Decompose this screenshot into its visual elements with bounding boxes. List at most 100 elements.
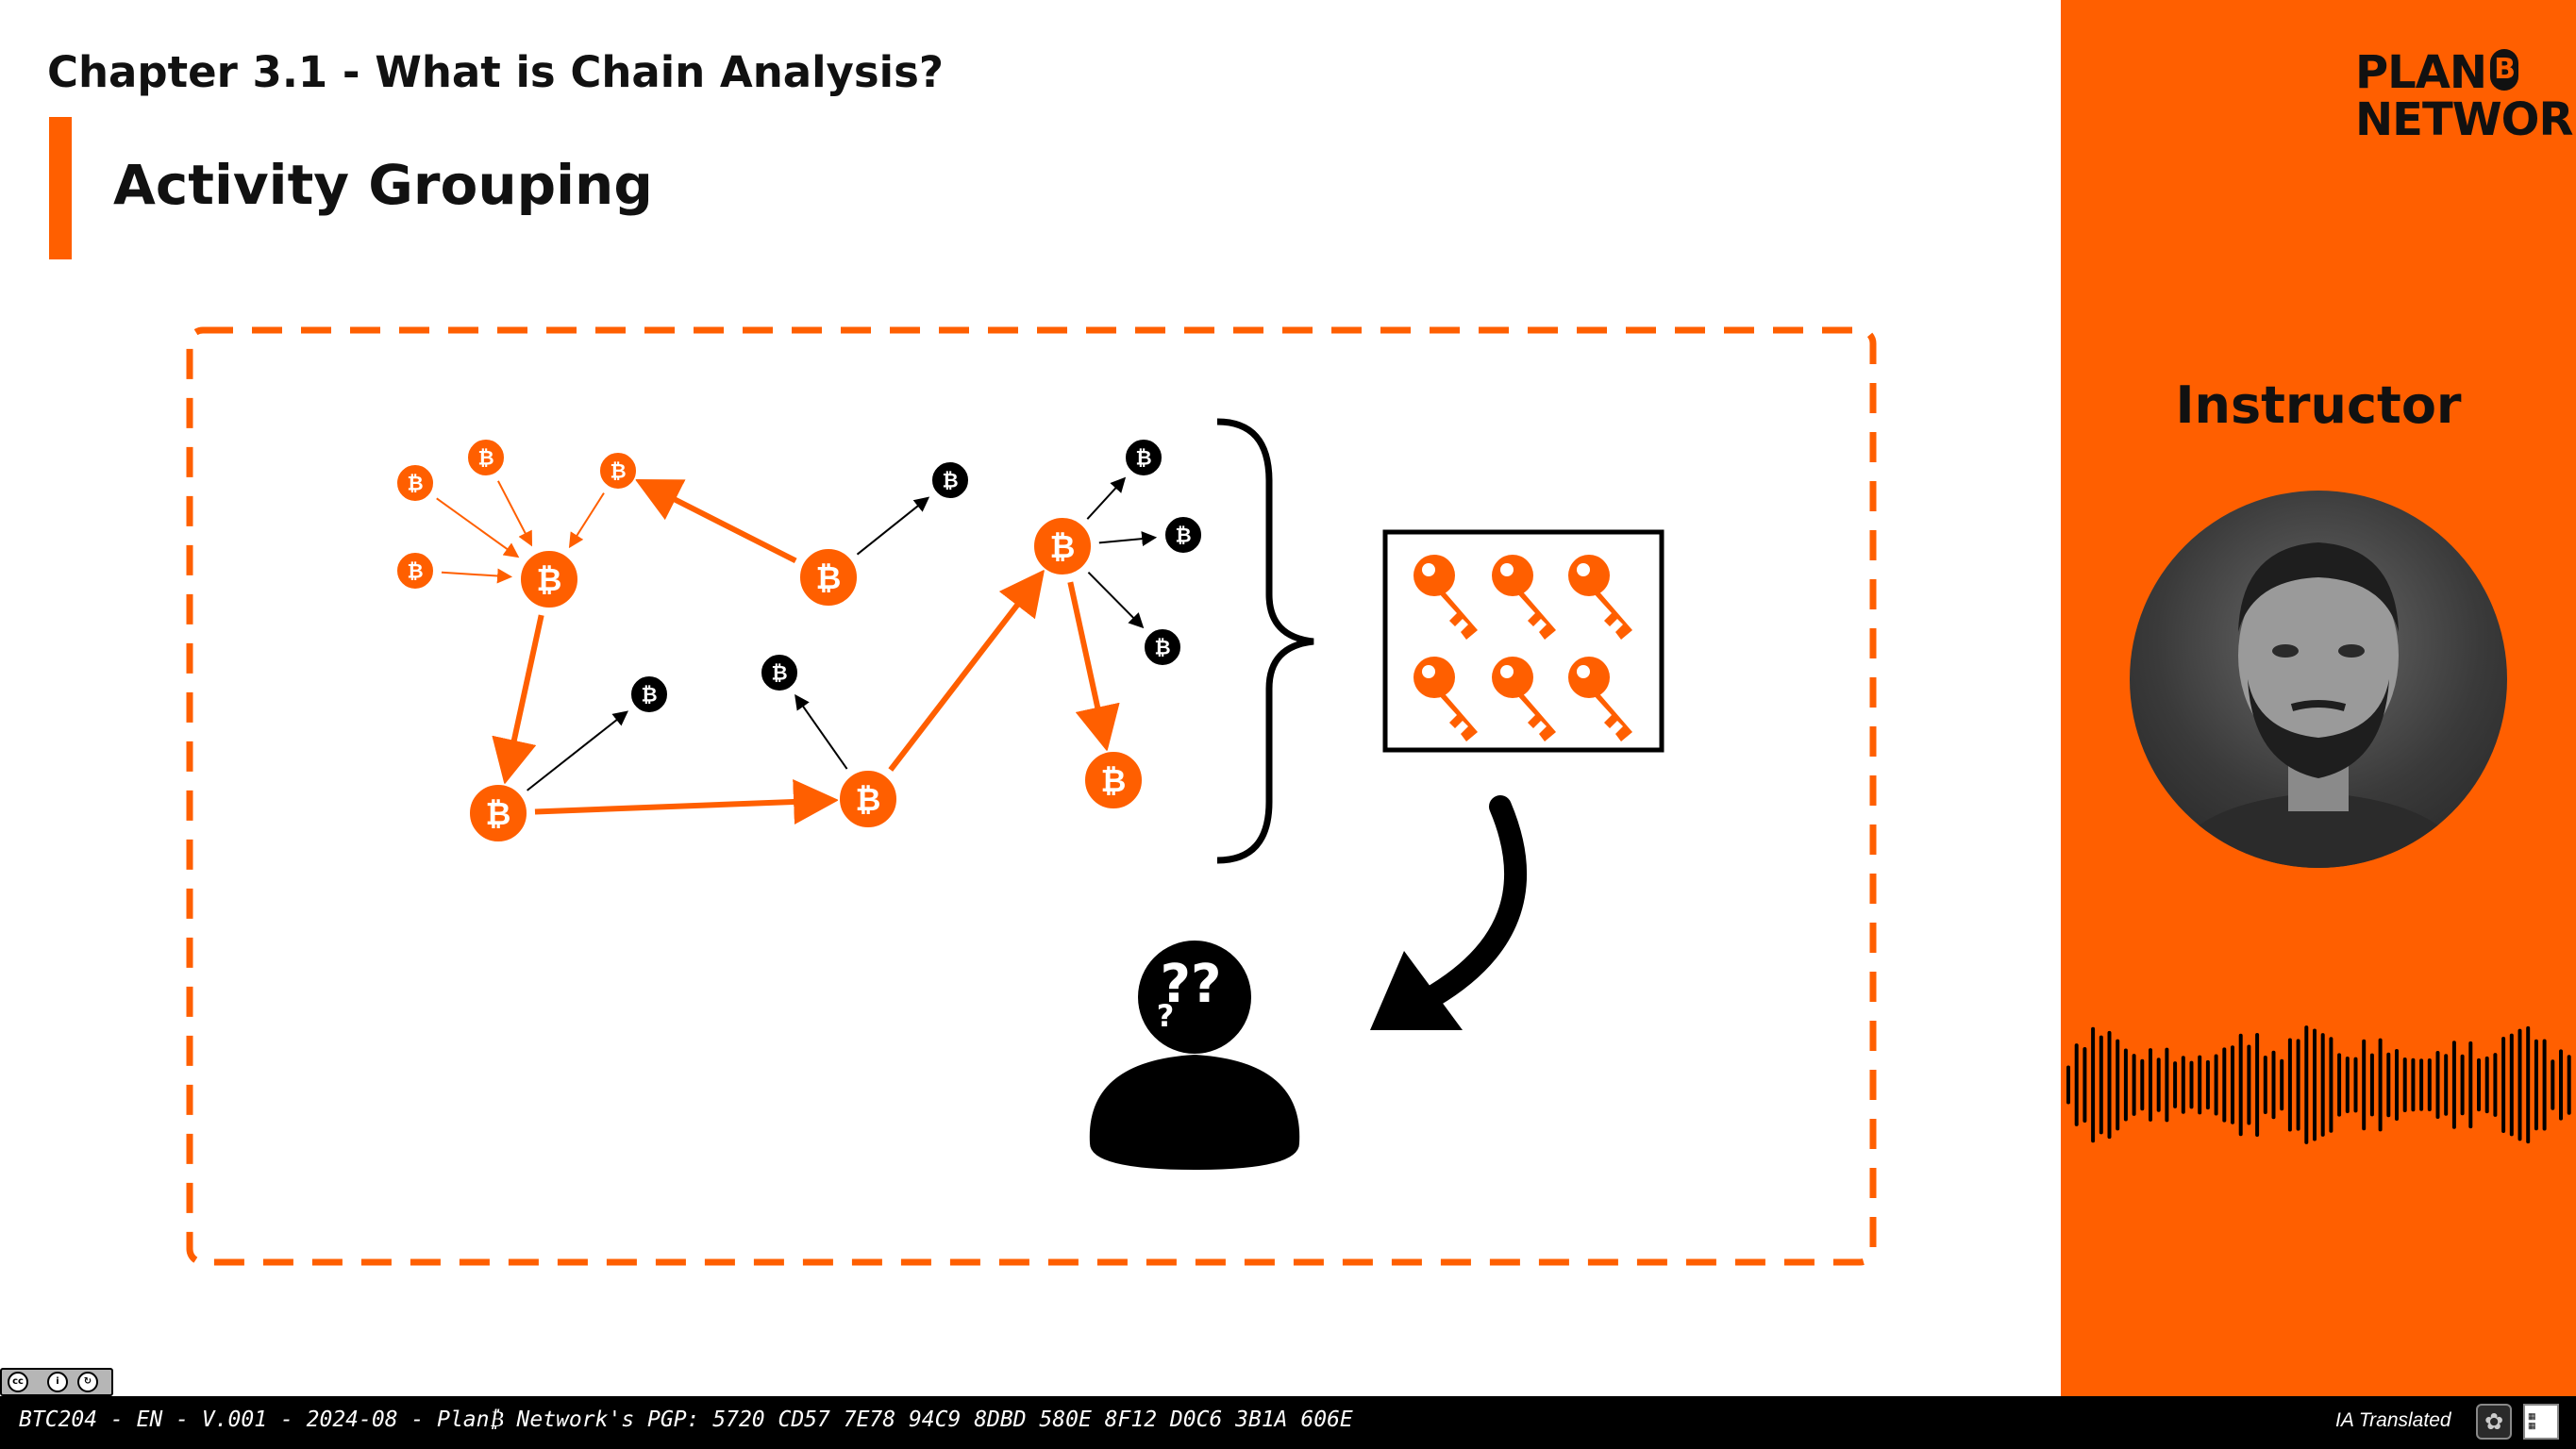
bitcoin-node-icon: ₿	[930, 460, 970, 500]
waveform-bar	[2551, 1059, 2555, 1110]
waveform-bar	[2116, 1039, 2120, 1131]
transaction-arrow	[856, 496, 930, 556]
svg-text:₿: ₿	[1154, 637, 1170, 659]
svg-text:₿: ₿	[610, 460, 626, 483]
transaction-arrow	[634, 479, 797, 564]
waveform-bar	[2198, 1055, 2202, 1115]
svg-text:₿: ₿	[1101, 762, 1127, 799]
waveform-bar	[2484, 1056, 2489, 1114]
waveform-bar	[2132, 1054, 2136, 1116]
svg-text:₿: ₿	[477, 447, 493, 470]
waveform-bar	[2205, 1059, 2210, 1110]
svg-text:₿: ₿	[771, 662, 787, 685]
bitcoin-node-icon: ₿	[1163, 515, 1203, 555]
waveform-bar	[2099, 1035, 2103, 1135]
transaction-arrow	[888, 569, 1045, 772]
waveform-bar	[2468, 1041, 2473, 1129]
waveform-bar	[2222, 1047, 2227, 1123]
bitcoin-node-icon: ₿	[1083, 750, 1144, 810]
waveform-bar	[2444, 1054, 2449, 1116]
waveform-bar	[2156, 1058, 2161, 1112]
waveform-bar	[2173, 1061, 2178, 1108]
waveform-bar	[2296, 1039, 2300, 1131]
activity-grouping-diagram: ₿ ₿ ₿ ₿ ₿ ₿ ₿ ₿ ₿ ₿ ₿ ₿ ₿ ₿ ₿ ₿ ?? ?	[186, 326, 1877, 1266]
transaction-arrow	[1067, 581, 1120, 752]
svg-text:₿: ₿	[1175, 525, 1191, 547]
bitcoin-node-icon: ₿	[1032, 516, 1093, 576]
transaction-arrow	[795, 693, 848, 770]
svg-text:₿: ₿	[942, 470, 958, 492]
transaction-arrow	[568, 492, 605, 549]
transaction-arrow	[436, 497, 520, 558]
waveform-bar	[2123, 1048, 2128, 1122]
waveform-bar	[2231, 1045, 2234, 1124]
waveform-bar	[2493, 1053, 2498, 1117]
svg-text:₿: ₿	[641, 684, 657, 707]
waveform-bar	[2247, 1044, 2251, 1125]
waveform-bar	[2353, 1057, 2358, 1113]
bitcoin-node-icon: ₿	[519, 549, 579, 609]
dashed-frame	[186, 326, 1877, 1266]
transaction-arrow	[1098, 531, 1158, 547]
waveform-bar	[2427, 1058, 2432, 1112]
waveform-bar	[2280, 1058, 2284, 1111]
waveform-bar	[2509, 1033, 2514, 1137]
waveform-bar	[2526, 1025, 2531, 1144]
transaction-arrow	[1086, 476, 1127, 520]
waveform-bar	[2165, 1047, 2169, 1123]
waveform-bar	[2378, 1038, 2383, 1132]
logo-plan-text: PLAN	[2355, 46, 2487, 99]
keys-box	[1382, 529, 1664, 753]
curly-brace-icon	[1216, 418, 1314, 864]
waveform-bar	[2066, 1065, 2070, 1105]
instructor-sidebar: PLANB NETWORK Instructor	[2061, 0, 2576, 1396]
waveform-bar	[2477, 1058, 2481, 1112]
sa-icon: ↻	[77, 1372, 98, 1392]
transaction-arrow	[1087, 572, 1145, 629]
waveform-bar	[2181, 1056, 2185, 1114]
waveform-bar	[2386, 1052, 2391, 1118]
cc-icon: cc	[8, 1372, 28, 1392]
instructor-portrait-icon	[2167, 542, 2469, 868]
waveform-bar	[2411, 1058, 2416, 1112]
ai-translator-icon: ✿	[2476, 1404, 2512, 1440]
bitcoin-node-icon: ₿	[1124, 438, 1163, 477]
bitcoin-node-icon: ₿	[468, 783, 528, 843]
waveform-bar	[2362, 1039, 2367, 1131]
instructor-label: Instructor	[2175, 375, 2462, 435]
waveform-bar	[2091, 1026, 2096, 1143]
waveform-bar	[2271, 1050, 2276, 1120]
waveform-bar	[2345, 1057, 2350, 1113]
curved-arrow-icon	[1370, 795, 1528, 1030]
waveform-bar	[2542, 1039, 2547, 1131]
instructor-avatar	[2130, 491, 2507, 868]
waveform-bar	[2567, 1055, 2571, 1115]
waveform-bar	[2189, 1060, 2194, 1109]
waveform-bar	[2074, 1043, 2079, 1126]
waveform-bar	[2435, 1050, 2440, 1120]
waveform-bar	[2287, 1038, 2292, 1132]
cc-license-badge: cc i ↻	[0, 1368, 113, 1396]
logo-network-text: NETWORK	[2355, 93, 2576, 146]
transaction-arrow	[534, 779, 840, 825]
svg-text:₿: ₿	[486, 795, 511, 832]
confused-person-icon: ?? ?	[1089, 941, 1300, 1170]
transaction-arrow	[441, 568, 513, 584]
svg-text:₿: ₿	[816, 559, 842, 596]
waveform-bar	[2559, 1049, 2563, 1121]
svg-text:₿: ₿	[407, 473, 423, 495]
transaction-arrow	[527, 710, 629, 791]
audio-waveform	[2066, 1025, 2571, 1144]
waveform-bar	[2460, 1054, 2465, 1116]
waveform-bar	[2263, 1055, 2267, 1115]
ia-translated-label: IA Translated	[2335, 1409, 2451, 1431]
question-mark-small-text: ?	[1157, 998, 1175, 1034]
bitcoin-node-icon: ₿	[798, 547, 859, 608]
bitcoin-node-icon: ₿	[395, 463, 435, 503]
footer-pgp-text: BTC204 - EN - V.001 - 2024-08 - Plan₿ Ne…	[19, 1407, 1353, 1432]
bitcoin-node-icon: ₿	[395, 551, 435, 591]
svg-text:₿: ₿	[856, 781, 881, 818]
waveform-bar	[2255, 1032, 2260, 1138]
waveform-bar	[2304, 1025, 2309, 1144]
waveform-bar	[2214, 1054, 2218, 1116]
